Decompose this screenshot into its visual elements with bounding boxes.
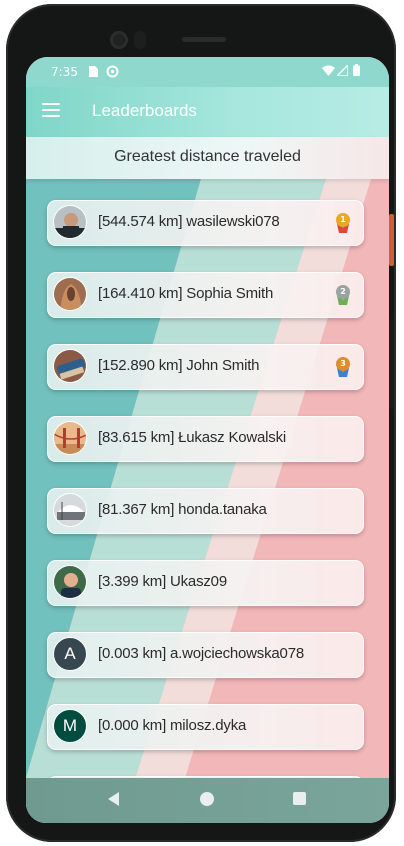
menu-icon[interactable] (42, 103, 60, 117)
app-bar-title: Leaderboards (92, 101, 197, 120)
avatar (53, 349, 87, 383)
sim-card-icon (89, 66, 98, 77)
avatar (53, 277, 87, 311)
camera-sensor (134, 31, 146, 49)
player-entry: [0.000 km] milosz.dyka (98, 717, 247, 734)
volume-button (389, 319, 394, 409)
recent-apps-icon[interactable] (293, 792, 306, 805)
avatar (53, 493, 87, 527)
gold-medal-icon: 1 (336, 213, 350, 233)
leaderboard-row[interactable]: M [0.000 km] milosz.dyka (47, 704, 364, 750)
leaderboard-row[interactable]: [3.399 km] Ukasz09 (47, 560, 364, 606)
phone-frame: 7:35 Leaderboards Greatest distance trav… (6, 4, 396, 842)
category-header: Greatest distance traveled (26, 137, 389, 179)
navigation-bar (26, 778, 389, 823)
home-icon[interactable] (200, 792, 214, 806)
leaderboard-row[interactable]: [544.574 km] wasilewski078 1 (47, 200, 364, 246)
leaderboard-row[interactable]: [83.615 km] Łukasz Kowalski (47, 416, 364, 462)
earpiece-speaker (182, 37, 226, 42)
app-bar: Leaderboards (26, 87, 389, 137)
signal-icon (337, 65, 348, 76)
player-entry: [81.367 km] honda.tanaka (98, 501, 267, 518)
player-entry: [152.890 km] John Smith (98, 357, 260, 374)
avatar: M (53, 709, 87, 743)
power-button (389, 214, 394, 266)
front-camera (110, 31, 128, 49)
player-entry: [544.574 km] wasilewski078 (98, 213, 280, 230)
avatar (53, 421, 87, 455)
leaderboard-row[interactable]: [164.410 km] Sophia Smith 2 (47, 272, 364, 318)
avatar (53, 205, 87, 239)
avatar (53, 565, 87, 599)
leaderboard-row[interactable]: A [0.003 km] a.wojciechowska078 (47, 632, 364, 678)
player-entry: [83.615 km] Łukasz Kowalski (98, 429, 287, 446)
avatar: A (53, 637, 87, 671)
leaderboard-row[interactable]: [81.367 km] honda.tanaka (47, 488, 364, 534)
battery-icon (353, 64, 360, 76)
player-entry: [164.410 km] Sophia Smith (98, 285, 274, 302)
player-entry: [3.399 km] Ukasz09 (98, 573, 227, 590)
back-icon[interactable] (108, 792, 119, 806)
status-bar: 7:35 (26, 57, 389, 87)
category-title: Greatest distance traveled (114, 148, 301, 165)
bronze-medal-icon: 3 (336, 357, 350, 377)
silver-medal-icon: 2 (336, 285, 350, 305)
screen: 7:35 Leaderboards Greatest distance trav… (26, 57, 389, 823)
player-entry: [0.003 km] a.wojciechowska078 (98, 645, 304, 662)
status-time: 7:35 (51, 65, 78, 79)
sync-icon (106, 65, 119, 78)
wifi-icon (322, 65, 335, 76)
leaderboard-row[interactable]: [152.890 km] John Smith 3 (47, 344, 364, 390)
